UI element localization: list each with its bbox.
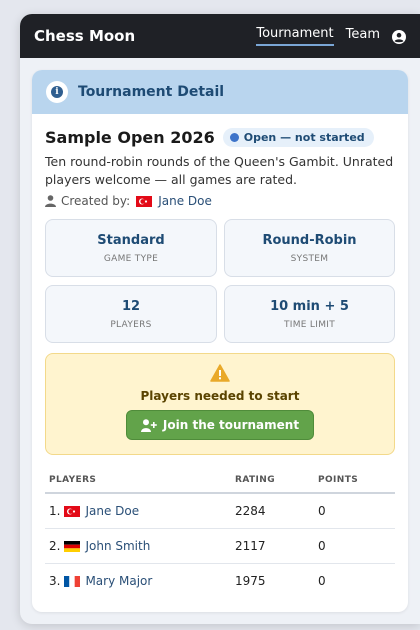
app-window: Chess Moon Tournament Team i Tournament … bbox=[20, 14, 420, 624]
tournament-card: i Tournament Detail Sample Open 2026 Ope… bbox=[32, 70, 408, 612]
stat-game-type: Standard GAME TYPE bbox=[45, 219, 217, 277]
player-cell: 2. John Smith bbox=[45, 528, 231, 564]
nav-team[interactable]: Team bbox=[346, 27, 380, 45]
stat-label: TIME LIMIT bbox=[283, 319, 336, 330]
add-user-icon bbox=[140, 418, 157, 432]
join-tournament-button[interactable]: Join the tournament bbox=[125, 410, 315, 440]
creator-line: Created by: Jane Doe bbox=[45, 194, 395, 208]
player-rank: 2. bbox=[49, 538, 61, 553]
player-rank: 3. bbox=[49, 573, 61, 588]
stat-value: 10 min + 5 bbox=[270, 298, 349, 314]
table-row: 2. John Smith 2117 0 bbox=[45, 528, 395, 564]
player-rating: 1975 bbox=[235, 573, 266, 588]
alert-text: Players needed to start bbox=[140, 389, 300, 403]
card-header-title: Tournament Detail bbox=[78, 84, 225, 100]
turkey-flag-icon bbox=[64, 505, 81, 517]
person-icon bbox=[45, 195, 56, 207]
status-dot-icon bbox=[229, 133, 239, 142]
col-header-rating[interactable]: RATING bbox=[231, 467, 314, 494]
germany-flag-icon bbox=[64, 540, 81, 552]
stat-label: GAME TYPE bbox=[103, 253, 159, 264]
stat-time-limit: 10 min + 5 TIME LIMIT bbox=[224, 285, 395, 343]
player-points: 0 bbox=[314, 493, 395, 529]
creator-name-link[interactable]: Jane Doe bbox=[158, 194, 212, 208]
stat-value: Standard bbox=[97, 232, 165, 248]
info-icon: i bbox=[46, 81, 68, 103]
card-header: i Tournament Detail bbox=[32, 70, 408, 114]
status-badge: Open — not started bbox=[222, 128, 374, 147]
stat-system: Round-Robin SYSTEM bbox=[224, 219, 395, 277]
stats-grid: Standard GAME TYPE Round-Robin SYSTEM 12… bbox=[45, 219, 395, 343]
turkey-flag-icon bbox=[136, 195, 153, 207]
status-text: Open — not started bbox=[243, 131, 365, 144]
france-flag-icon bbox=[64, 575, 81, 587]
players-needed-alert: Players needed to start Join the tournam… bbox=[45, 353, 395, 455]
player-rating: 2284 bbox=[231, 493, 314, 529]
player-name-link[interactable]: John Smith bbox=[85, 539, 150, 553]
stat-label: PLAYERS bbox=[110, 319, 152, 330]
warning-icon bbox=[210, 364, 230, 382]
player-name-link[interactable]: Jane Doe bbox=[85, 504, 139, 518]
player-name-link[interactable]: Mary Major bbox=[85, 574, 152, 588]
navbar: Chess Moon Tournament Team bbox=[20, 14, 420, 58]
creator-label: Created by: bbox=[61, 194, 131, 208]
tournament-description: Ten round-robin rounds of the Queen's Ga… bbox=[45, 154, 394, 187]
col-header-points[interactable]: POINTS bbox=[314, 467, 395, 494]
table-row: 3. Mary Major 1975 0 bbox=[45, 563, 395, 598]
stat-value: 12 bbox=[121, 298, 141, 314]
brand-logo[interactable]: Chess Moon bbox=[34, 27, 256, 45]
user-circle-icon[interactable] bbox=[392, 29, 406, 44]
stat-label: SYSTEM bbox=[290, 253, 329, 264]
stat-players: 12 PLAYERS bbox=[45, 285, 217, 343]
player-rank: 1. bbox=[49, 503, 61, 518]
player-rating: 2117 bbox=[231, 528, 314, 564]
join-button-label: Join the tournament bbox=[162, 418, 300, 432]
tournament-title: Sample Open 2026 bbox=[45, 128, 215, 147]
player-cell: 3. Mary Major bbox=[45, 563, 231, 598]
table-row: 1. Jane Doe 2284 0 bbox=[45, 493, 395, 529]
player-points: 0 bbox=[318, 573, 326, 588]
stat-value: Round-Robin bbox=[262, 232, 357, 248]
nav-tournament[interactable]: Tournament bbox=[256, 26, 334, 46]
player-points: 0 bbox=[314, 528, 395, 564]
players-table: PLAYERS RATING POINTS 1. Jane Doe 2284 0… bbox=[45, 467, 395, 598]
player-cell: 1. Jane Doe bbox=[45, 493, 231, 529]
col-header-players[interactable]: PLAYERS bbox=[45, 467, 231, 494]
